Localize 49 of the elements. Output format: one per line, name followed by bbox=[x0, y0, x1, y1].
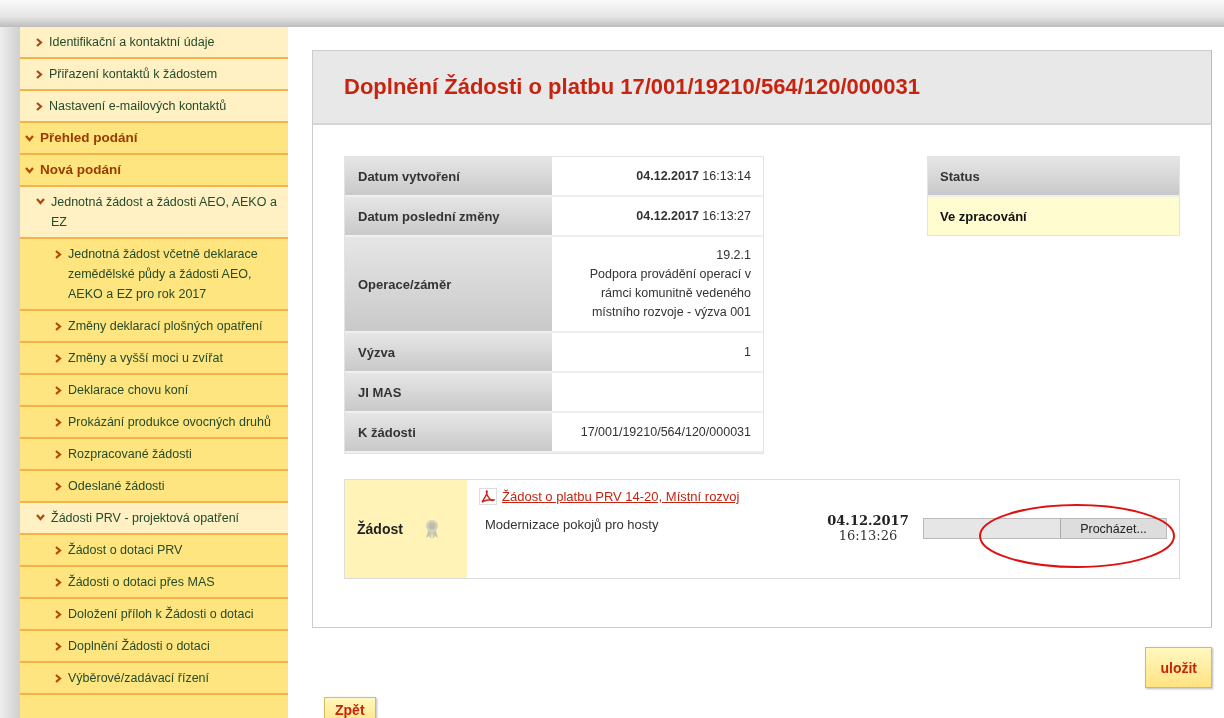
table-header-cell: Operace/záměr bbox=[345, 237, 552, 333]
attachment-description: Modernizace pokojů pro hosty bbox=[484, 517, 660, 532]
chevron-right-icon bbox=[55, 674, 62, 683]
cell-value: 04.12.2017 16:13:27 bbox=[636, 207, 751, 225]
menu-item[interactable]: Nastavení e-mailových kontaktů bbox=[20, 91, 288, 123]
status-heading: Status bbox=[928, 157, 1179, 195]
menu-group[interactable]: Žádosti PRV - projektová opatření bbox=[20, 503, 288, 535]
file-input[interactable]: Procházet... bbox=[923, 518, 1167, 539]
chevron-right-icon bbox=[55, 450, 62, 459]
page-title: Doplnění Žádosti o platbu 17/001/19210/564/120/000031 bbox=[344, 74, 920, 100]
chevron-right-icon bbox=[55, 250, 62, 259]
table-header-cell: JI MAS bbox=[345, 373, 552, 413]
table-header-cell: Výzva bbox=[345, 333, 552, 373]
back-button[interactable]: Zpět bbox=[324, 697, 376, 718]
chevron-down-icon bbox=[25, 167, 34, 174]
attachment-date: 04.12.2017 bbox=[827, 513, 909, 528]
attachment-time: 16:13:26 bbox=[838, 528, 898, 543]
menu-group[interactable]: Jednotná žádost a žádosti AEO, AEKO a EZ bbox=[20, 187, 288, 239]
document-link[interactable]: Žádost o platbu PRV 14-20, Místní rozvoj bbox=[502, 489, 740, 504]
cell-value: 1 bbox=[744, 343, 751, 361]
save-button[interactable]: uložit bbox=[1145, 647, 1212, 688]
chevron-right-icon bbox=[36, 102, 43, 111]
chevron-right-icon bbox=[55, 354, 62, 363]
cell-value: 04.12.2017 16:13:14 bbox=[636, 167, 751, 185]
chevron-right-icon bbox=[36, 38, 43, 47]
chevron-right-icon bbox=[36, 70, 43, 79]
chevron-right-icon bbox=[55, 642, 62, 651]
browse-button[interactable]: Procházet... bbox=[1060, 519, 1166, 538]
award-icon bbox=[424, 519, 439, 539]
chevron-down-icon bbox=[25, 135, 34, 142]
attachment-label: Žádost bbox=[357, 521, 403, 537]
cell-value: 17/001/19210/564/120/000031 bbox=[580, 423, 751, 441]
chevron-right-icon bbox=[55, 578, 62, 587]
chevron-right-icon bbox=[55, 610, 62, 619]
chevron-right-icon bbox=[55, 482, 62, 491]
chevron-down-icon bbox=[36, 514, 45, 521]
pdf-icon bbox=[479, 488, 497, 505]
status-value: Ve zpracování bbox=[928, 195, 1179, 235]
cell-value: 19.2.1 Podpora provádění operací v rámci komunitně vedeného místního rozvoje - výzva 001 bbox=[588, 247, 751, 321]
chevron-right-icon bbox=[55, 546, 62, 555]
chevron-right-icon bbox=[55, 322, 62, 331]
menu-item[interactable]: Identifikační a kontaktní údaje bbox=[20, 27, 288, 59]
table-header-cell: K žádosti bbox=[345, 413, 552, 453]
table-header-cell: Datum vytvoření bbox=[345, 157, 552, 197]
chevron-down-icon bbox=[36, 198, 45, 205]
table-header-cell: Datum poslední změny bbox=[345, 197, 552, 237]
chevron-right-icon bbox=[55, 386, 62, 395]
menu-item[interactable]: Přiřazení kontaktů k žádostem bbox=[20, 59, 288, 91]
chevron-right-icon bbox=[55, 418, 62, 427]
